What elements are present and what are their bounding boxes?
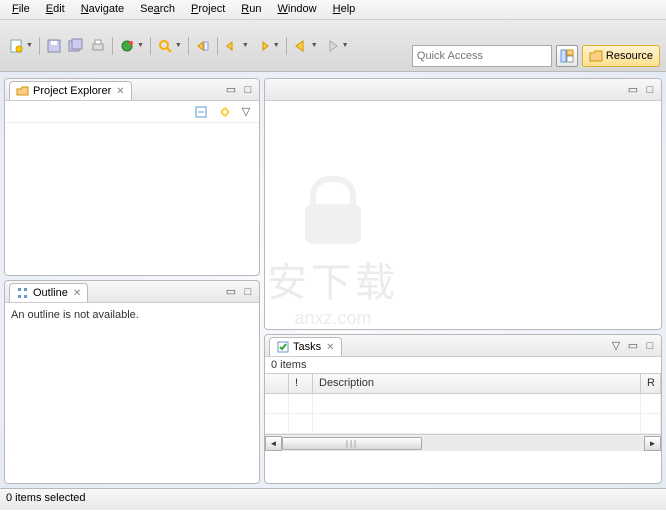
- menu-file[interactable]: File: [4, 0, 38, 19]
- table-row[interactable]: [265, 414, 661, 434]
- horizontal-scrollbar[interactable]: ◄ ||| ►: [265, 434, 661, 451]
- menu-window[interactable]: Window: [269, 0, 324, 19]
- editor-area: ▭ □: [264, 78, 662, 330]
- nav-prev-annotation-button[interactable]: [222, 36, 242, 56]
- menu-run[interactable]: Run: [233, 0, 269, 19]
- forward-button[interactable]: [322, 36, 342, 56]
- new-dropdown[interactable]: ▼: [26, 42, 33, 49]
- outline-title: Outline: [33, 287, 68, 299]
- scroll-left-button[interactable]: ◄: [265, 436, 282, 451]
- project-explorer-tab[interactable]: Project Explorer ✕: [9, 81, 132, 100]
- close-icon[interactable]: ✕: [73, 288, 81, 299]
- col-description[interactable]: Description: [313, 374, 641, 393]
- menu-bar: File Edit Navigate Search Project Run Wi…: [0, 0, 666, 20]
- tasks-icon: [276, 340, 290, 354]
- menu-help[interactable]: Help: [325, 0, 364, 19]
- scroll-right-button[interactable]: ►: [644, 436, 661, 451]
- maximize-icon[interactable]: □: [643, 339, 657, 353]
- resource-label: Resource: [606, 50, 653, 62]
- resource-perspective-button[interactable]: Resource: [582, 45, 660, 67]
- tasks-tab[interactable]: Tasks ✕: [269, 337, 342, 356]
- search-dropdown[interactable]: ▼: [175, 42, 182, 49]
- back-button[interactable]: [291, 36, 311, 56]
- outline-view: Outline ✕ ▭ □ An outline is not availabl…: [4, 280, 260, 484]
- debug-button[interactable]: [117, 36, 137, 56]
- search-button[interactable]: [155, 36, 175, 56]
- nav-next-annotation-button[interactable]: [253, 36, 273, 56]
- col-complete[interactable]: [265, 374, 289, 393]
- folder-icon: [589, 49, 603, 63]
- folder-icon: [16, 84, 30, 98]
- save-button[interactable]: [44, 36, 64, 56]
- editor-body[interactable]: [265, 101, 661, 329]
- tasks-view: Tasks ✕ ▽ ▭ □ 0 items ! Description R: [264, 334, 662, 484]
- view-menu-icon[interactable]: ▽: [239, 105, 253, 119]
- view-menu-icon[interactable]: ▽: [609, 339, 623, 353]
- outline-icon: [16, 286, 30, 300]
- link-editor-button[interactable]: [215, 102, 235, 122]
- maximize-icon[interactable]: □: [241, 83, 255, 97]
- scroll-thumb[interactable]: |||: [282, 437, 422, 450]
- table-row[interactable]: [265, 394, 661, 414]
- status-text: 0 items selected: [6, 492, 85, 504]
- workspace: Project Explorer ✕ ▭ □ ▽ Outline: [0, 72, 666, 488]
- print-button[interactable]: [88, 36, 108, 56]
- open-perspective-button[interactable]: [556, 45, 578, 67]
- new-button[interactable]: [6, 36, 26, 56]
- back-dropdown[interactable]: ▼: [311, 42, 318, 49]
- minimize-icon[interactable]: ▭: [224, 285, 238, 299]
- main-toolbar: ▼ ▼ ▼ ▼ ▼ ▼ ▼ Resource: [0, 20, 666, 72]
- project-explorer-title: Project Explorer: [33, 85, 111, 97]
- menu-search[interactable]: Search: [132, 0, 183, 19]
- status-bar: 0 items selected: [0, 488, 666, 510]
- maximize-icon[interactable]: □: [643, 83, 657, 97]
- nav-prev-dropdown[interactable]: ▼: [242, 42, 249, 49]
- maximize-icon[interactable]: □: [241, 285, 255, 299]
- scroll-track[interactable]: |||: [282, 436, 644, 451]
- tasks-count: 0 items: [265, 357, 661, 373]
- minimize-icon[interactable]: ▭: [626, 83, 640, 97]
- nav-last-edit-button[interactable]: [193, 36, 213, 56]
- col-resource[interactable]: R: [641, 374, 661, 393]
- col-priority[interactable]: !: [289, 374, 313, 393]
- close-icon[interactable]: ✕: [326, 342, 334, 353]
- tasks-title: Tasks: [293, 341, 321, 353]
- project-explorer-body[interactable]: [5, 123, 259, 275]
- quick-access-input[interactable]: [412, 45, 552, 67]
- outline-tab[interactable]: Outline ✕: [9, 283, 88, 302]
- debug-dropdown[interactable]: ▼: [137, 42, 144, 49]
- close-icon[interactable]: ✕: [116, 86, 124, 97]
- menu-project[interactable]: Project: [183, 0, 233, 19]
- save-all-button[interactable]: [66, 36, 86, 56]
- project-explorer-view: Project Explorer ✕ ▭ □ ▽: [4, 78, 260, 276]
- menu-navigate[interactable]: Navigate: [73, 0, 132, 19]
- minimize-icon[interactable]: ▭: [626, 339, 640, 353]
- menu-edit[interactable]: Edit: [38, 0, 73, 19]
- forward-dropdown[interactable]: ▼: [342, 42, 349, 49]
- tasks-table: ! Description R: [265, 373, 661, 434]
- outline-message: An outline is not available.: [5, 303, 259, 483]
- collapse-all-button[interactable]: [191, 102, 211, 122]
- minimize-icon[interactable]: ▭: [224, 83, 238, 97]
- nav-next-dropdown[interactable]: ▼: [273, 42, 280, 49]
